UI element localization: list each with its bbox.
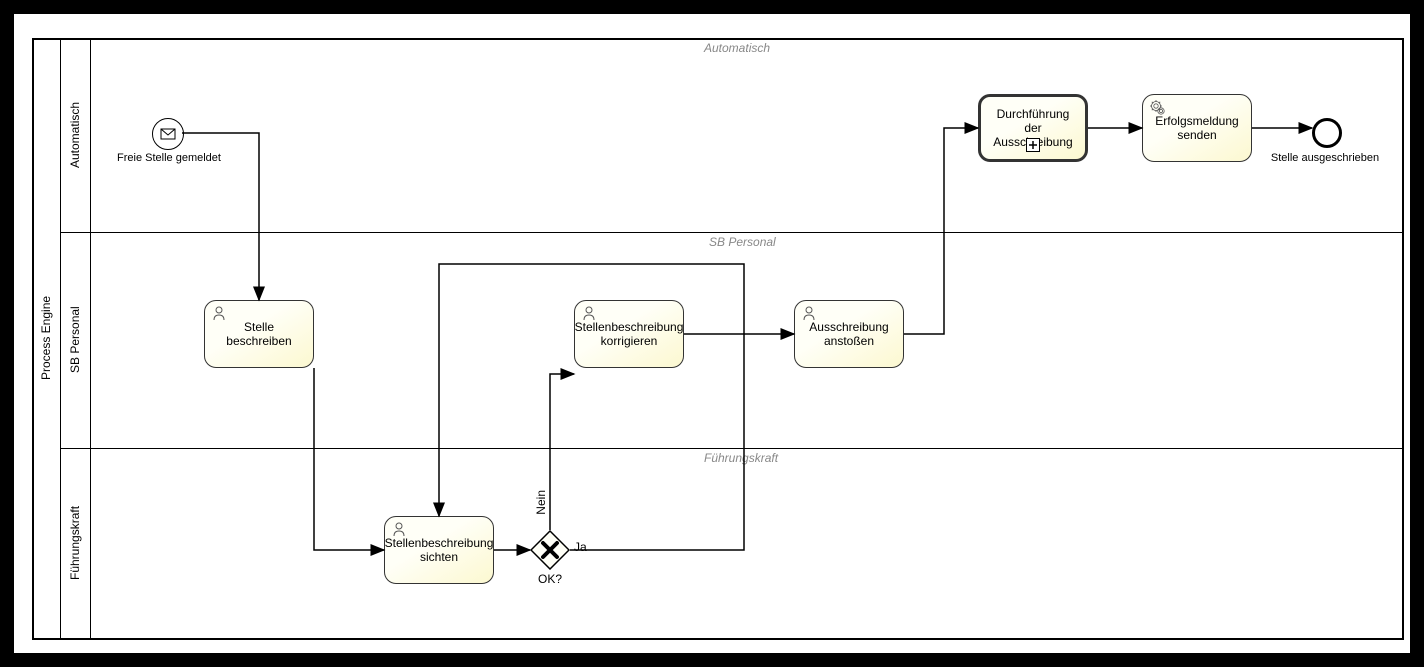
service-task-icon bbox=[1149, 99, 1167, 120]
pool-border-right bbox=[1402, 38, 1404, 640]
lane-header-fuehrungskraft: Führungskraft bbox=[704, 451, 778, 465]
user-task-icon bbox=[391, 521, 407, 540]
pool-label: Process Engine bbox=[36, 38, 56, 638]
lane-divider-2 bbox=[60, 448, 1402, 449]
exclusive-gateway-ok bbox=[530, 530, 570, 570]
end-event bbox=[1312, 118, 1342, 148]
subprocess-marker-icon bbox=[1026, 138, 1040, 155]
task-label: Stelle beschreiben bbox=[211, 320, 307, 348]
user-task-icon bbox=[211, 305, 227, 324]
task-label: Stellenbeschreibung korrigieren bbox=[575, 320, 684, 348]
start-event-label: Freie Stelle gemeldet bbox=[114, 152, 224, 164]
lane-label-automatisch: Automatisch bbox=[64, 38, 86, 232]
task-erfolgsmeldung-senden: Erfolgsmeldung senden bbox=[1142, 94, 1252, 162]
pool-border-left bbox=[32, 38, 34, 640]
task-stellenbeschreibung-korrigieren: Stellenbeschreibung korrigieren bbox=[574, 300, 684, 368]
user-task-icon bbox=[581, 305, 597, 324]
end-event-label: Stelle ausgeschrieben bbox=[1270, 152, 1380, 164]
gateway-label: OK? bbox=[538, 572, 562, 586]
gateway-ja-label: Ja bbox=[574, 540, 587, 554]
lane-label-sb-personal: SB Personal bbox=[64, 232, 86, 448]
lane-label-fuehrungskraft: Führungskraft bbox=[64, 448, 86, 638]
task-durchfuehrung-der-ausschreibung: Durchführung der Ausschreibung bbox=[978, 94, 1088, 162]
task-label: Ausschreibung anstoßen bbox=[801, 320, 897, 348]
task-stellenbeschreibung-sichten: Stellenbeschreibung sichten bbox=[384, 516, 494, 584]
start-event-message bbox=[152, 118, 184, 150]
lane-divider-1 bbox=[60, 232, 1402, 233]
gateway-nein-label: Nein bbox=[534, 490, 548, 515]
lane-header-automatisch: Automatisch bbox=[704, 41, 770, 55]
pool-header-divider bbox=[60, 38, 61, 638]
pool-border-bottom bbox=[32, 638, 1404, 640]
lane-header-divider bbox=[90, 38, 91, 638]
diagram-canvas: Process Engine Automatisch SB Personal F… bbox=[14, 14, 1410, 653]
pool-border-top bbox=[32, 38, 1402, 40]
user-task-icon bbox=[801, 305, 817, 324]
task-ausschreibung-anstossen: Ausschreibung anstoßen bbox=[794, 300, 904, 368]
lane-header-sb-personal: SB Personal bbox=[709, 235, 776, 249]
task-label: Stellenbeschreibung sichten bbox=[385, 536, 494, 564]
task-stelle-beschreiben: Stelle beschreiben bbox=[204, 300, 314, 368]
